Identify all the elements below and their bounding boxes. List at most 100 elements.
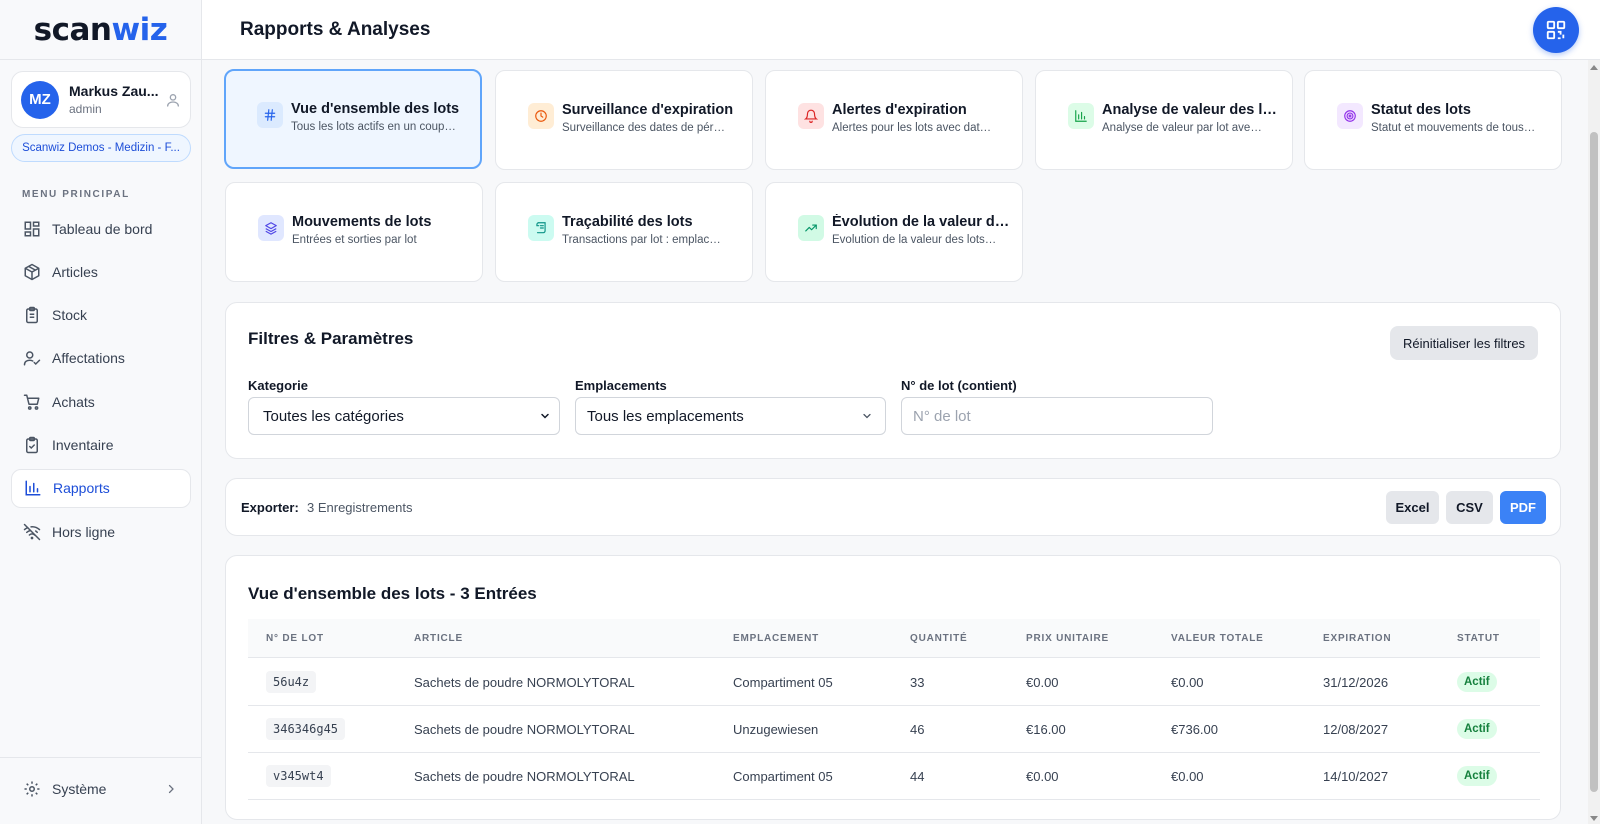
user-icon[interactable] <box>165 92 181 108</box>
scanwiz-logo[interactable]: scan wiz <box>0 0 201 60</box>
export-excel-button[interactable]: Excel <box>1386 491 1439 524</box>
report-card-lot-movements[interactable]: Mouvements de lots Entrées et sorties pa… <box>225 182 483 282</box>
report-card-traceability[interactable]: Traçabilité des lots Transactions par lo… <box>495 182 753 282</box>
column-header[interactable]: EMPLACEMENT <box>733 633 819 644</box>
scroll-down-arrow[interactable] <box>1590 816 1598 821</box>
page-header: Rapports & Analyses <box>202 0 1600 60</box>
scroll-up-arrow[interactable] <box>1590 65 1598 70</box>
qr-scan-button[interactable] <box>1533 7 1579 53</box>
nav-label: Hors ligne <box>52 523 116 540</box>
total-value-cell: €736.00 <box>1171 722 1218 737</box>
divider <box>0 757 202 758</box>
nav-item-rapports[interactable]: Rapports <box>11 468 191 508</box>
gear-icon <box>24 781 40 796</box>
bar-chart-icon <box>1068 103 1094 129</box>
lot-number: v345wt4 <box>266 765 331 787</box>
nav-item-affectations[interactable]: Affectations <box>11 339 191 378</box>
card-title: Vue d'ensemble des lots <box>291 101 460 117</box>
nav-item-stock[interactable]: Stock <box>11 296 191 335</box>
menu-heading: MENU PRINCIPAL <box>22 189 130 200</box>
lot-number-input[interactable]: N° de lot <box>901 397 1213 435</box>
table-row[interactable]: 346346g45 Sachets de poudre NORMOLYTORAL… <box>248 706 1540 753</box>
export-csv-button[interactable]: CSV <box>1446 491 1493 524</box>
location-cell: Compartiment 05 <box>733 675 833 690</box>
hash-icon <box>257 102 283 128</box>
user-card[interactable]: MZ Markus Zau... admin <box>11 71 191 128</box>
article-cell: Sachets de poudre NORMOLYTORAL <box>414 769 635 784</box>
column-header[interactable]: EXPIRATION <box>1323 633 1391 644</box>
table-title: Vue d'ensemble des lots - 3 Entrées <box>248 584 537 603</box>
filters-panel: Filtres & Paramètres Réinitialiser les f… <box>225 302 1561 459</box>
clipboard-icon <box>26 306 38 324</box>
nav-label: Rapports <box>53 480 110 497</box>
nav-item-dashboard[interactable]: Tableau de bord <box>11 209 191 248</box>
nav-item-hors-ligne[interactable]: Hors ligne <box>11 512 191 551</box>
location-select[interactable]: Tous les emplacements <box>575 397 886 435</box>
scroll-thumb[interactable] <box>1590 132 1598 792</box>
target-icon <box>1337 103 1363 129</box>
category-select[interactable]: Toutes les catégories <box>248 397 560 435</box>
clock-icon <box>528 103 554 129</box>
report-card-expiry-monitoring[interactable]: Surveillance d'expiration Surveillance d… <box>495 70 753 170</box>
nav-item-systeme[interactable]: Système <box>11 769 191 808</box>
cart-icon <box>23 394 40 410</box>
scrollbar[interactable] <box>1588 60 1600 824</box>
nav-item-achats[interactable]: Achats <box>11 382 191 421</box>
nav-label: Stock <box>52 307 88 324</box>
quantity-cell: 46 <box>910 722 925 737</box>
expiry-cell: 14/10/2027 <box>1323 769 1389 784</box>
column-header[interactable]: N° DE LOT <box>266 633 324 644</box>
organization-selector[interactable]: Scanwiz Demos - Medizin - F... <box>11 134 191 162</box>
card-subtitle: Transactions par lot : emplacements <box>562 234 727 246</box>
unit-price-cell: €0.00 <box>1026 769 1059 784</box>
lot-number-label: N° de lot (contient) <box>901 378 1017 393</box>
nav-item-articles[interactable]: Articles <box>11 252 191 291</box>
column-header[interactable]: QUANTITÉ <box>910 633 968 644</box>
location-value: Tous les emplacements <box>587 407 744 425</box>
location-cell: Unzugewiesen <box>733 722 819 737</box>
column-header[interactable]: STATUT <box>1457 633 1500 644</box>
qr-code-icon <box>1546 20 1566 40</box>
report-card-lot-overview[interactable]: Vue d'ensemble des lots Tous les lots ac… <box>224 69 482 169</box>
column-header[interactable]: PRIX UNITAIRE <box>1026 633 1109 644</box>
card-subtitle: Statut et mouvements de tous les lots <box>1371 122 1536 134</box>
scroll-icon <box>528 215 554 241</box>
report-card-expiry-alerts[interactable]: Alertes d'expiration Alertes pour les lo… <box>765 70 1023 170</box>
dashboard-icon <box>24 221 40 236</box>
lots-table-panel: Vue d'ensemble des lots - 3 Entrées N° D… <box>225 555 1561 820</box>
export-pdf-button[interactable]: PDF <box>1500 491 1546 524</box>
logo-text-wiz: wiz <box>111 11 168 48</box>
wifi-off-icon <box>23 523 41 540</box>
nav-label: Tableau de bord <box>52 220 153 237</box>
sidebar: scan wiz MZ Markus Zau... admin Scanwiz D… <box>0 0 202 824</box>
report-card-lot-status[interactable]: Statut des lots Statut et mouvements de … <box>1304 70 1562 170</box>
status-badge: Actif <box>1457 766 1497 786</box>
report-card-value-analysis[interactable]: Analyse de valeur des lots Analyse de va… <box>1035 70 1293 170</box>
systeme-label: Système <box>52 780 107 797</box>
export-label: Exporter: <box>241 500 299 515</box>
filters-title: Filtres & Paramètres <box>248 329 414 348</box>
status-badge: Actif <box>1457 672 1497 692</box>
unit-price-cell: €0.00 <box>1026 675 1059 690</box>
card-title: Évolution de la valeur des lots <box>832 214 1012 230</box>
table-row[interactable]: v345wt4 Sachets de poudre NORMOLYTORAL C… <box>248 753 1540 800</box>
table-row[interactable]: 56u4z Sachets de poudre NORMOLYTORAL Com… <box>248 659 1540 706</box>
card-title: Mouvements de lots <box>292 214 432 230</box>
location-label: Emplacements <box>575 378 667 393</box>
reset-filters-button[interactable]: Réinitialiser les filtres <box>1390 326 1538 360</box>
card-subtitle: Tous les lots actifs en un coup d'œil <box>291 121 456 133</box>
column-header[interactable]: ARTICLE <box>414 633 463 644</box>
bar-chart-icon <box>25 480 41 496</box>
expiry-cell: 12/08/2027 <box>1323 722 1389 737</box>
column-header[interactable]: VALEUR TOTALE <box>1171 633 1264 644</box>
card-subtitle: Alertes pour les lots avec date proche <box>832 122 997 134</box>
report-card-value-evolution[interactable]: Évolution de la valeur des lots Évolutio… <box>765 182 1023 282</box>
nav-item-inventaire[interactable]: Inventaire <box>11 425 191 464</box>
user-name: Markus Zau... <box>69 83 159 99</box>
quantity-cell: 33 <box>910 675 925 690</box>
chevron-down-icon <box>863 413 871 419</box>
card-title: Traçabilité des lots <box>562 214 693 230</box>
nav-label: Articles <box>52 263 98 280</box>
card-subtitle: Analyse de valeur par lot avec détails <box>1102 122 1267 134</box>
card-title: Alertes d'expiration <box>832 102 967 118</box>
